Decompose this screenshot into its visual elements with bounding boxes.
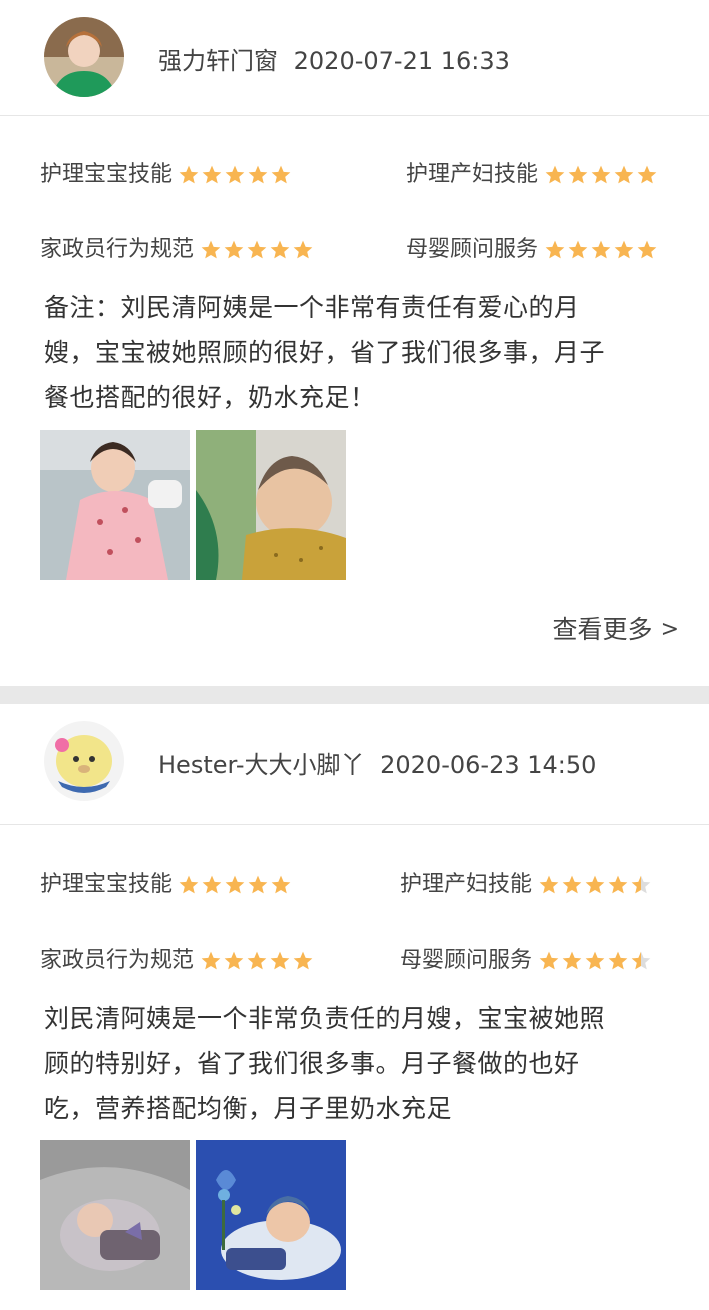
star-icon (585, 951, 605, 970)
divider (0, 115, 709, 116)
star-icon (201, 240, 221, 259)
star-rating (178, 874, 293, 896)
star-rating (200, 950, 315, 972)
star-icon (202, 165, 222, 184)
review-photo[interactable] (40, 430, 190, 580)
star-rating (538, 950, 653, 972)
section-separator (0, 686, 709, 704)
rating-label: 家政员行为规范 (40, 948, 195, 973)
review-card-2: Hester-大大小脚丫 2020-06-23 14:50 护理宝宝技能 护理产… (0, 704, 709, 1310)
star-icon (539, 951, 559, 970)
star-icon (562, 951, 582, 970)
user-name: Hester-大大小脚丫 (158, 751, 365, 779)
star-icon (271, 875, 291, 894)
star-icon (614, 240, 634, 259)
star-icon (614, 165, 634, 184)
review-comment: 刘民清阿姨是一个非常负责任的月嫂，宝宝被她照 顾的特别好，省了我们很多事。月子餐… (44, 996, 674, 1131)
divider (0, 824, 709, 825)
comment-line: 嫂，宝宝被她照顾的很好，省了我们很多事，月子 (44, 338, 606, 367)
rating-label: 母婴顾问服务 (406, 237, 539, 262)
star-icon (562, 875, 582, 894)
comment-line: 备注：刘民清阿姨是一个非常有责任有爱心的月 (44, 293, 580, 322)
star-icon (179, 875, 199, 894)
star-icon (179, 165, 199, 184)
star-icon (568, 165, 588, 184)
star-icon (293, 951, 313, 970)
star-icon (225, 875, 245, 894)
comment-line: 吃，营养搭配均衡，月子里奶水充足 (44, 1094, 453, 1123)
star-icon (270, 951, 290, 970)
star-icon (224, 951, 244, 970)
star-icon (545, 165, 565, 184)
rating-consultant: 母婴顾问服务 (400, 946, 653, 976)
star-icon (591, 240, 611, 259)
star-icon (545, 240, 565, 259)
star-icon (224, 240, 244, 259)
rating-baby-care: 护理宝宝技能 (40, 160, 293, 190)
star-icon (631, 875, 651, 894)
star-icon (608, 875, 628, 894)
comment-line: 顾的特别好，省了我们很多事。月子餐做的也好 (44, 1049, 580, 1078)
review-time: 2020-07-21 16:33 (293, 47, 510, 75)
star-icon (631, 951, 651, 970)
review-header: 强力轩门窗 2020-07-21 16:33 (0, 0, 709, 115)
star-icon (270, 240, 290, 259)
star-icon (608, 951, 628, 970)
rating-mother-care: 护理产妇技能 (406, 160, 659, 190)
see-more-label: 查看更多 (552, 615, 653, 644)
see-more-link[interactable]: 查看更多 > (553, 613, 679, 647)
rating-label: 护理宝宝技能 (40, 162, 173, 187)
review-time: 2020-06-23 14:50 (380, 751, 597, 779)
rating-label: 家政员行为规范 (40, 237, 195, 262)
star-icon (248, 165, 268, 184)
review-card-1: 强力轩门窗 2020-07-21 16:33 护理宝宝技能 护理产妇技能 家政员… (0, 0, 709, 686)
star-rating (200, 239, 315, 261)
star-icon (247, 951, 267, 970)
rating-label: 母婴顾问服务 (400, 948, 533, 973)
star-icon (293, 240, 313, 259)
rating-baby-care: 护理宝宝技能 (40, 870, 293, 900)
review-photo[interactable] (196, 1140, 346, 1290)
chevron-right-icon: > (660, 617, 679, 642)
star-icon (637, 240, 657, 259)
review-comment: 备注：刘民清阿姨是一个非常有责任有爱心的月 嫂，宝宝被她照顾的很好，省了我们很多… (44, 285, 674, 420)
star-rating (544, 239, 659, 261)
rating-label: 护理宝宝技能 (40, 872, 173, 897)
star-rating (538, 874, 653, 896)
rating-conduct: 家政员行为规范 (40, 946, 315, 976)
star-icon (585, 875, 605, 894)
star-rating (544, 164, 659, 186)
rating-mother-care: 护理产妇技能 (400, 870, 653, 900)
star-icon (247, 240, 267, 259)
star-icon (225, 165, 245, 184)
rating-consultant: 母婴顾问服务 (406, 235, 659, 265)
user-name: 强力轩门窗 (158, 47, 278, 75)
star-icon (539, 875, 559, 894)
star-icon (271, 165, 291, 184)
rating-conduct: 家政员行为规范 (40, 235, 315, 265)
comment-line: 餐也搭配的很好，奶水充足！ (44, 383, 376, 412)
star-rating (178, 164, 293, 186)
review-header: Hester-大大小脚丫 2020-06-23 14:50 (0, 704, 709, 819)
star-icon (637, 165, 657, 184)
rating-label: 护理产妇技能 (400, 872, 533, 897)
star-icon (201, 951, 221, 970)
comment-line: 刘民清阿姨是一个非常负责任的月嫂，宝宝被她照 (44, 1004, 606, 1033)
avatar[interactable] (44, 17, 124, 97)
user-line: Hester-大大小脚丫 2020-06-23 14:50 (158, 748, 596, 782)
star-icon (591, 165, 611, 184)
star-icon (202, 875, 222, 894)
rating-label: 护理产妇技能 (406, 162, 539, 187)
avatar[interactable] (44, 721, 124, 801)
star-icon (568, 240, 588, 259)
review-photo[interactable] (196, 430, 346, 580)
star-icon (248, 875, 268, 894)
user-line: 强力轩门窗 2020-07-21 16:33 (158, 44, 510, 78)
review-photo[interactable] (40, 1140, 190, 1290)
